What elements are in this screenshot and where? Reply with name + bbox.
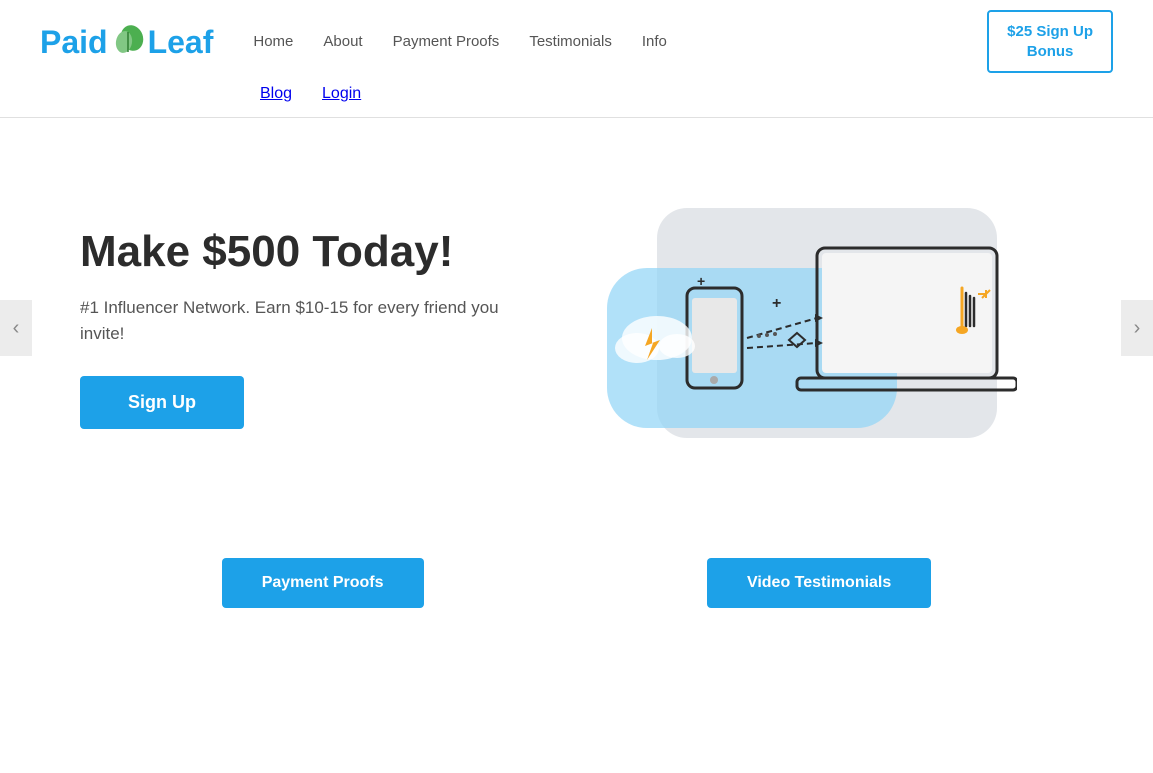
- sub-nav: Blog Login: [260, 73, 1113, 107]
- logo-text-leaf: Leaf: [148, 26, 214, 58]
- site-header: Paid Leaf Home About Payment Proofs Test…: [0, 0, 1153, 118]
- network-illustration: + +: [597, 188, 1017, 468]
- hero-title: Make $500 Today!: [80, 227, 500, 278]
- logo[interactable]: Paid Leaf: [40, 24, 213, 60]
- hero-text-area: Make $500 Today! #1 Influencer Network. …: [80, 227, 500, 430]
- nav-about[interactable]: About: [323, 33, 362, 50]
- signup-bonus-button[interactable]: $25 Sign UpBonus: [987, 10, 1113, 73]
- hero-illustration: + +: [540, 188, 1073, 468]
- svg-text:+: +: [697, 273, 705, 289]
- logo-leaf-icon: [110, 24, 146, 60]
- left-chevron-icon: ‹: [13, 317, 20, 340]
- payment-proofs-button[interactable]: Payment Proofs: [222, 558, 424, 608]
- carousel-wrapper: ‹ Make $500 Today! #1 Influencer Network…: [0, 118, 1153, 538]
- nav-home[interactable]: Home: [253, 33, 293, 50]
- video-testimonials-button[interactable]: Video Testimonials: [707, 558, 931, 608]
- nav-payment-proofs[interactable]: Payment Proofs: [393, 33, 500, 50]
- hero-section: Make $500 Today! #1 Influencer Network. …: [0, 118, 1153, 538]
- carousel-left-arrow[interactable]: ‹: [0, 300, 32, 356]
- nav-blog[interactable]: Blog: [260, 85, 292, 103]
- carousel-right-arrow[interactable]: ›: [1121, 300, 1153, 356]
- hero-subtitle: #1 Influencer Network. Earn $10-15 for e…: [80, 295, 500, 346]
- svg-text:+: +: [772, 295, 781, 312]
- logo-text-paid: Paid: [40, 26, 108, 58]
- right-chevron-icon: ›: [1134, 317, 1141, 340]
- nav-login[interactable]: Login: [322, 85, 361, 103]
- nav-testimonials[interactable]: Testimonials: [529, 33, 612, 50]
- main-nav: Home About Payment Proofs Testimonials I…: [253, 33, 667, 50]
- bottom-buttons-row: Payment Proofs Video Testimonials: [0, 558, 1153, 608]
- nav-info[interactable]: Info: [642, 33, 667, 50]
- hero-signup-button[interactable]: Sign Up: [80, 376, 244, 429]
